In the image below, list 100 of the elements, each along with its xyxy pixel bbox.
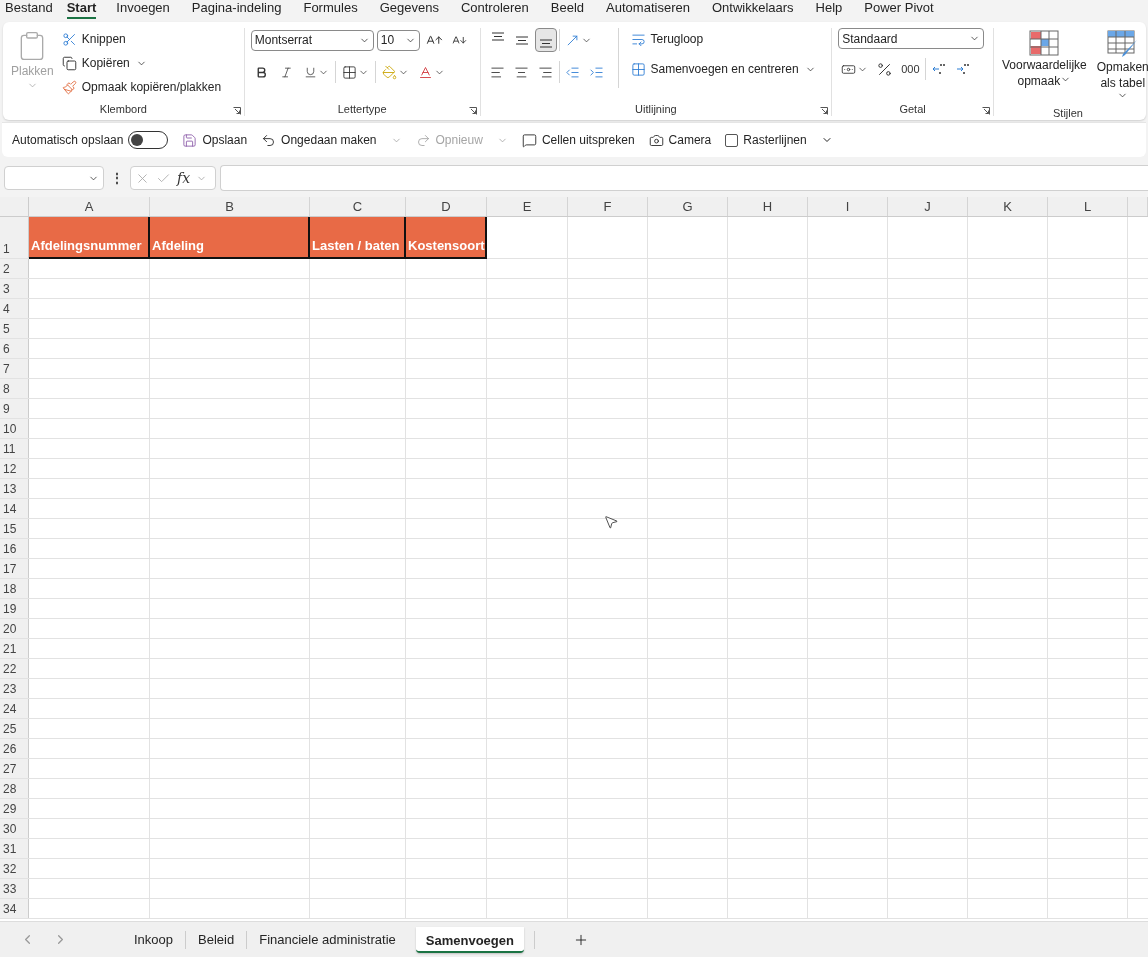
- row-header[interactable]: 1: [0, 217, 29, 258]
- row-header[interactable]: 26: [0, 739, 29, 758]
- save-button[interactable]: Opslaan: [182, 132, 248, 148]
- wrap-text-button[interactable]: Terugloop: [628, 28, 816, 50]
- sheet-tab[interactable]: Inkoop: [122, 932, 186, 947]
- cut-button[interactable]: Knippen: [59, 28, 224, 50]
- menu-tab[interactable]: Beeld: [550, 0, 585, 19]
- header-cell: Afdelingsnummer: [29, 217, 150, 259]
- row-header[interactable]: 19: [0, 599, 29, 618]
- sheet-tab[interactable]: Financiele administratie: [247, 932, 408, 947]
- row-header[interactable]: 6: [0, 339, 29, 358]
- comma-style-button[interactable]: 000: [898, 57, 923, 81]
- row-header[interactable]: 8: [0, 379, 29, 398]
- scissors-icon: [61, 31, 77, 47]
- format-painter-button[interactable]: Opmaak kopiëren/plakken: [59, 76, 224, 98]
- number-format-dropdown[interactable]: Standaard: [838, 28, 985, 49]
- menu-tab[interactable]: Gegevens: [379, 0, 439, 19]
- autosave-toggle[interactable]: Automatisch opslaan: [12, 131, 169, 149]
- menu-tab[interactable]: Help: [815, 0, 843, 19]
- sheet-tab[interactable]: Samenvoegen: [415, 926, 524, 953]
- align-right-icon: [538, 64, 553, 80]
- row-header[interactable]: 20: [0, 619, 29, 638]
- row-header[interactable]: 5: [0, 319, 29, 338]
- row-header[interactable]: 10: [0, 419, 29, 438]
- underline-icon: [303, 65, 317, 79]
- dialog-launcher-icon[interactable]: [468, 107, 477, 115]
- group-label: Lettertype: [337, 102, 387, 116]
- row-header[interactable]: 27: [0, 759, 29, 778]
- font-size-dropdown[interactable]: 10: [376, 29, 420, 51]
- group-label: Klembord: [99, 102, 147, 116]
- dialog-launcher-icon[interactable]: [982, 107, 990, 115]
- row-header[interactable]: 29: [0, 799, 29, 818]
- conditional-format-icon: [1029, 30, 1060, 56]
- dialog-launcher-icon[interactable]: [232, 107, 241, 115]
- font-name-dropdown[interactable]: Montserrat: [250, 29, 374, 51]
- paint-bucket-icon: [381, 64, 397, 80]
- speak-button[interactable]: Cellen uitspreken: [521, 132, 635, 148]
- menu-tab[interactable]: Ontwikkelaars: [711, 0, 794, 19]
- row-header[interactable]: 16: [0, 539, 29, 558]
- merge-center-button[interactable]: Samenvoegen en centreren: [628, 58, 801, 80]
- menu-tab[interactable]: Pagina-indeling: [191, 0, 282, 19]
- header-cell: Kostensoort: [406, 217, 487, 259]
- formula-input[interactable]: [220, 165, 1148, 191]
- row-header[interactable]: 34: [0, 899, 29, 918]
- menu-tab[interactable]: Automatiseren: [606, 0, 690, 19]
- row-header[interactable]: 22: [0, 659, 29, 678]
- menu-tab[interactable]: Start: [66, 0, 97, 19]
- camera-button[interactable]: Camera: [648, 132, 712, 148]
- row-header[interactable]: 7: [0, 359, 29, 378]
- vertical-align-icon: [538, 39, 553, 48]
- insert-function-button[interactable]: fx: [177, 170, 191, 186]
- row-header[interactable]: 21: [0, 639, 29, 658]
- row-header[interactable]: 24: [0, 699, 29, 718]
- row-header[interactable]: 31: [0, 839, 29, 858]
- row-header[interactable]: 13: [0, 479, 29, 498]
- menu-tab[interactable]: Bestand: [5, 0, 53, 19]
- toggle-switch[interactable]: [128, 131, 169, 149]
- speech-bubble-icon: [521, 132, 537, 148]
- row-header[interactable]: 14: [0, 499, 29, 518]
- checkbox-label: Rasterlijnen: [743, 133, 807, 147]
- menu-tab[interactable]: Invoegen: [116, 0, 170, 19]
- menu-tab[interactable]: Power Pivot: [864, 0, 934, 19]
- row-header[interactable]: 2: [0, 259, 29, 278]
- menu-tab[interactable]: Controleren: [460, 0, 529, 19]
- vertical-align-button[interactable]: [534, 28, 557, 52]
- indent-increase-icon: [589, 64, 604, 80]
- group-label: Stijlen: [1053, 106, 1084, 120]
- conditional-formatting-button[interactable]: Voorwaardelijke opmaak: [1000, 28, 1089, 106]
- row-header[interactable]: 33: [0, 879, 29, 898]
- undo-button[interactable]: Ongedaan maken: [261, 132, 377, 148]
- copy-button[interactable]: Kopiëren: [59, 52, 132, 74]
- row-header[interactable]: 12: [0, 459, 29, 478]
- indent-decrease-icon: [565, 64, 580, 80]
- increase-decimal-icon: [954, 61, 971, 77]
- row-header[interactable]: 9: [0, 399, 29, 418]
- header-cell: Afdeling: [150, 217, 310, 259]
- row-header[interactable]: 15: [0, 519, 29, 538]
- row-header[interactable]: 32: [0, 859, 29, 878]
- row-header[interactable]: 17: [0, 559, 29, 578]
- row-header[interactable]: 4: [0, 299, 29, 318]
- row-header[interactable]: 11: [0, 439, 29, 458]
- checkbox[interactable]: [725, 133, 739, 147]
- gridlines-checkbox[interactable]: Rasterlijnen: [725, 133, 807, 147]
- row-header[interactable]: 28: [0, 779, 29, 798]
- row-header[interactable]: 18: [0, 579, 29, 598]
- row-header[interactable]: 3: [0, 279, 29, 298]
- header-cell: Lasten / baten: [310, 217, 406, 259]
- vertical-align-icon: [514, 35, 529, 45]
- italic-icon: [280, 65, 294, 79]
- row-header[interactable]: 25: [0, 719, 29, 738]
- menu-tab[interactable]: Formules: [303, 0, 358, 19]
- format-as-table-button[interactable]: Opmaken als tabel: [1094, 28, 1148, 106]
- row-header[interactable]: 30: [0, 819, 29, 838]
- row-header[interactable]: 23: [0, 679, 29, 698]
- more-options-button[interactable]: ⋮: [111, 171, 123, 185]
- font-color-icon: [417, 64, 433, 80]
- toggle-label: Automatisch opslaan: [12, 133, 124, 147]
- dialog-launcher-icon[interactable]: [820, 107, 829, 115]
- sheet-tab[interactable]: Beleid: [186, 932, 247, 947]
- group-label: Uitlijning: [635, 102, 677, 116]
